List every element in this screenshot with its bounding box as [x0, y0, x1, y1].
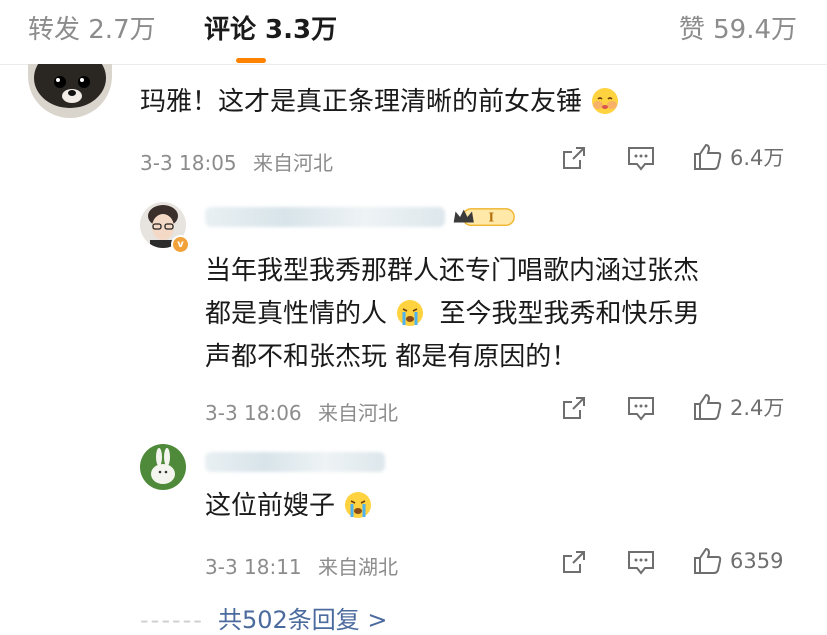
comment-icon	[628, 147, 654, 171]
like-button[interactable]: 2.4万	[692, 392, 784, 422]
reply-button[interactable]	[626, 394, 656, 422]
thumbs-up-icon	[694, 143, 722, 170]
fan-badge-label: I	[489, 211, 495, 225]
comment-icon	[628, 397, 654, 421]
thumbs-up-icon	[694, 393, 722, 420]
reply-meta: 3-3 18:11 来自湖北	[205, 551, 398, 580]
share-button[interactable]	[560, 548, 588, 576]
reply-text: 当年我型我秀那群人还专门唱歌内涵过张杰 都是真性情的人 至今我型我秀和快乐男 声…	[205, 256, 700, 372]
blush-cover-face-emoji	[592, 88, 619, 114]
share-button[interactable]	[560, 144, 588, 172]
like-button[interactable]: 6359	[692, 546, 783, 576]
divider-dash: ------	[140, 606, 204, 634]
crying-emoji	[345, 492, 372, 518]
verified-badge: v	[171, 235, 190, 254]
comment-text: 玛雅！这才是真正条理清晰的前女友锤	[140, 84, 620, 120]
reply-button[interactable]	[626, 548, 656, 576]
comment-tab-bar: 转发 2.7万 评论 3.3万 赞 59.4万	[0, 0, 827, 65]
avatar[interactable]	[140, 444, 186, 490]
more-replies-link[interactable]: ------ 共502条回复 >	[140, 600, 388, 635]
username[interactable]	[205, 452, 385, 472]
reply-time: 3-3 18:11	[205, 555, 302, 579]
tab-comment[interactable]: 评论 3.3万	[204, 10, 337, 50]
comment-icon	[628, 551, 654, 575]
avatar[interactable]	[28, 64, 112, 118]
username[interactable]	[205, 207, 445, 227]
reply-location: 来自河北	[318, 401, 399, 425]
reply-meta: 3-3 18:06 来自河北	[205, 397, 398, 426]
share-button[interactable]	[560, 394, 588, 422]
fan-badge-icon: I	[453, 208, 515, 226]
reply-text: 这位前嫂子	[205, 488, 373, 524]
like-button[interactable]: 6.4万	[692, 142, 784, 172]
tab-like[interactable]: 赞 59.4万	[679, 10, 797, 50]
share-icon	[563, 147, 585, 169]
tab-repost[interactable]: 转发 2.7万	[28, 10, 156, 50]
reply-button[interactable]	[626, 144, 656, 172]
share-icon	[563, 397, 585, 419]
reply-time: 3-3 18:06	[205, 401, 302, 425]
active-tab-indicator	[236, 58, 266, 63]
share-icon	[563, 551, 585, 573]
comment-meta: 3-3 18:05 来自河北	[140, 147, 333, 176]
like-count: 6.4万	[730, 146, 785, 170]
comment-time: 3-3 18:05	[140, 151, 237, 175]
more-replies-label[interactable]: 共502条回复 >	[218, 606, 388, 634]
reply-location: 来自湖北	[318, 555, 399, 579]
thumbs-up-icon	[694, 547, 722, 574]
like-count: 2.4万	[730, 396, 785, 420]
crying-emoji	[397, 300, 424, 326]
like-count: 6359	[730, 549, 784, 573]
comment-location: 来自河北	[253, 151, 334, 175]
